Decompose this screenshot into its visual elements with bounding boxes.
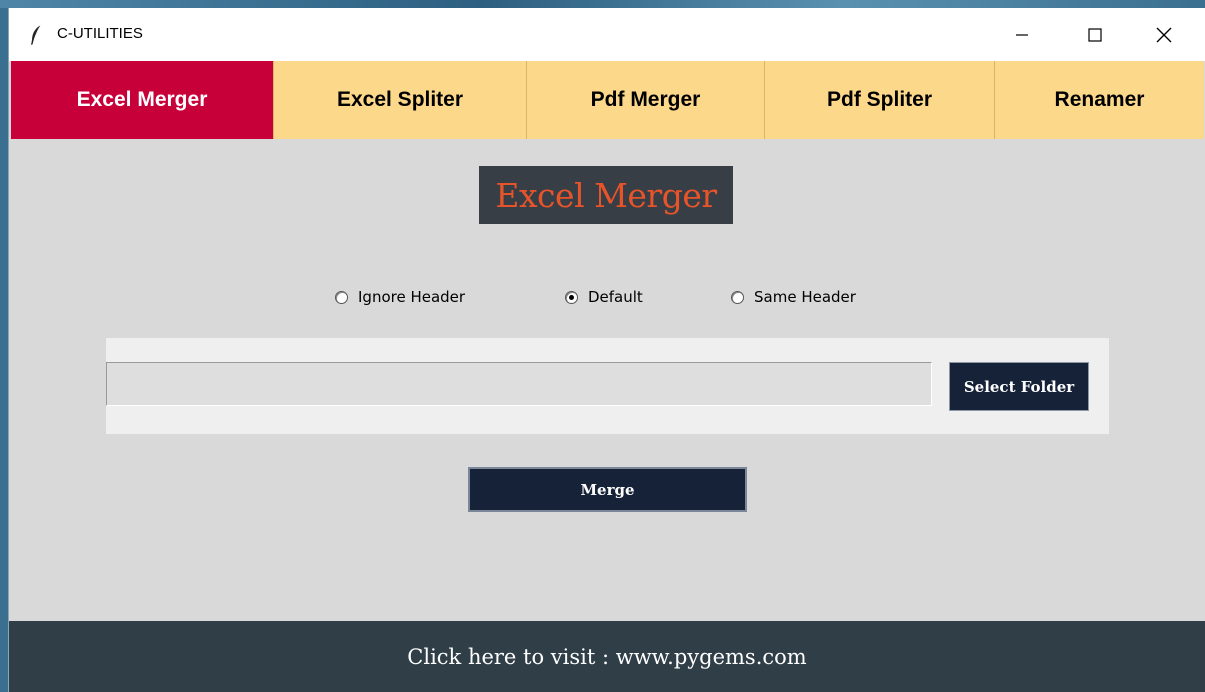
tab-excel-merger[interactable]: Excel Merger <box>11 61 274 139</box>
folder-path-input[interactable] <box>106 362 932 406</box>
tab-pdf-merger[interactable]: Pdf Merger <box>527 61 765 139</box>
close-button[interactable] <box>1141 8 1187 61</box>
tab-pdf-spliter[interactable]: Pdf Spliter <box>765 61 995 139</box>
radio-default-label: Default <box>588 288 643 306</box>
tab-bar: Excel Merger Excel Spliter Pdf Merger Pd… <box>11 61 1204 139</box>
radio-default-circle[interactable] <box>565 290 578 304</box>
desktop-background <box>0 0 1205 8</box>
maximize-icon <box>1088 27 1102 42</box>
radio-same-header-circle[interactable] <box>731 290 744 304</box>
feather-icon <box>29 24 43 46</box>
select-folder-button[interactable]: Select Folder <box>949 362 1089 411</box>
tab-renamer[interactable]: Renamer <box>995 61 1204 139</box>
close-icon <box>1156 27 1172 42</box>
folder-panel: Select Folder <box>106 338 1109 434</box>
window-title: C-UTILITIES <box>57 25 143 42</box>
radio-ignore-header[interactable]: Ignore Header <box>335 288 465 306</box>
radio-same-header-label: Same Header <box>754 288 856 306</box>
page-title: Excel Merger <box>479 166 733 224</box>
app-window: C-UTILITIES Excel Merger Excel Spliter P… <box>8 8 1205 692</box>
maximize-button[interactable] <box>1072 8 1118 61</box>
minimize-icon <box>1016 33 1028 36</box>
radio-same-header[interactable]: Same Header <box>731 288 856 306</box>
minimize-button[interactable] <box>999 8 1045 61</box>
merge-button[interactable]: Merge <box>468 467 747 512</box>
footer-link[interactable]: Click here to visit : www.pygems.com <box>9 621 1205 692</box>
radio-default[interactable]: Default <box>565 288 643 306</box>
radio-ignore-header-label: Ignore Header <box>358 288 466 306</box>
tab-excel-spliter[interactable]: Excel Spliter <box>274 61 527 139</box>
title-bar[interactable]: C-UTILITIES <box>9 8 1205 61</box>
radio-ignore-header-circle[interactable] <box>335 290 348 304</box>
